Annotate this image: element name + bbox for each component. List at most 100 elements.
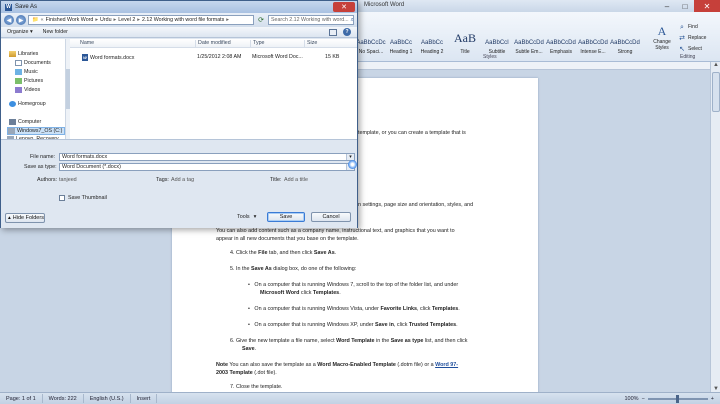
title-label: Title: (270, 177, 282, 183)
refresh-icon[interactable]: ⟳ (256, 15, 266, 25)
nav-pictures[interactable]: Pictures (15, 78, 43, 84)
word-document-icon: W (82, 54, 88, 61)
hide-folders-button[interactable]: ▴ Hide Folders (5, 213, 45, 223)
column-name[interactable]: Name (78, 40, 94, 48)
vertical-scrollbar[interactable]: ▲ ▼ (710, 62, 720, 392)
navigation-pane: Libraries Documents Music Pictures Video… (1, 39, 69, 142)
dialog-titlebar[interactable]: W Save As (1, 1, 357, 13)
breadcrumb-item[interactable]: Urdu (100, 17, 111, 23)
help-icon[interactable]: ? (343, 28, 351, 36)
forward-arrow-icon[interactable]: ▶ (16, 15, 26, 25)
column-size[interactable]: Size (304, 40, 317, 48)
music-icon (15, 69, 22, 75)
zoom-slider[interactable] (647, 394, 708, 403)
style-title[interactable]: AaB Title (450, 28, 480, 64)
maximize-icon[interactable]: □ (676, 0, 694, 12)
back-arrow-icon[interactable]: ◀ (4, 15, 14, 25)
file-row[interactable]: W Word formats.docx 1/25/2012 2:08 AM Mic… (70, 53, 357, 62)
style-no-spacing[interactable]: AaBbCcDc No Spaci... (356, 28, 386, 64)
nav-windows7-os[interactable]: Windows7_OS (C:) (7, 127, 66, 135)
view-options-icon[interactable] (329, 28, 337, 36)
nav-documents[interactable]: Documents (15, 60, 51, 66)
doc-step-5: 5. In the Save As dialog box, do one of … (230, 266, 357, 272)
style-emphasis[interactable]: AaBbCcDd Emphasis (546, 28, 576, 64)
zoom-in-icon[interactable]: + (711, 396, 714, 402)
change-styles-button[interactable]: A Change Styles (648, 24, 676, 51)
file-name: Word formats.docx (90, 55, 135, 61)
doc-step-6-cont: Save. (242, 346, 257, 352)
doc-note-cont: 2003 Template (.dot file). (216, 370, 277, 376)
editing-group-label: Editing (680, 54, 696, 60)
nav-libraries[interactable]: Libraries (9, 51, 38, 57)
organize-button[interactable]: Organize ▾ (7, 29, 33, 35)
minimize-icon[interactable]: – (658, 0, 676, 12)
doc-line: n settings, page size and orientation, s… (358, 202, 474, 208)
save-thumbnail-checkbox[interactable] (59, 195, 65, 201)
breadcrumb-item[interactable]: Finished Work Word (46, 17, 94, 23)
search-input[interactable]: Search 2.12 Working with word... ⌕ (268, 15, 354, 25)
authors-value[interactable]: tanjeed (59, 177, 77, 183)
save-button[interactable]: Save (267, 212, 305, 222)
nav-homegroup[interactable]: Homegroup (9, 101, 46, 107)
ruler (340, 62, 710, 70)
column-date-modified[interactable]: Date modified (195, 40, 231, 48)
style-subtle-emphasis[interactable]: AaBbCcDd Subtle Em... (514, 28, 544, 64)
word-app-icon: W (5, 3, 12, 11)
nav-music[interactable]: Music (15, 69, 38, 75)
status-language[interactable]: English (U.S.) (84, 394, 131, 403)
nav-videos[interactable]: Videos (15, 87, 40, 93)
doc-step-4: 4. Click the File tab, and then click Sa… (230, 250, 337, 256)
new-folder-button[interactable]: New folder (43, 29, 68, 35)
status-words[interactable]: Words: 222 (43, 394, 84, 403)
zoom-out-icon[interactable]: − (642, 396, 645, 402)
breadcrumb-item[interactable]: 2.12 Working with word file formats (142, 17, 224, 23)
zoom-level[interactable]: 100% (624, 396, 638, 402)
folder-icon: 📁 (32, 17, 39, 23)
close-icon[interactable]: ✕ (694, 0, 720, 12)
file-name-input[interactable]: Word formats.docx ▾ (59, 153, 355, 161)
scroll-thumb[interactable] (712, 72, 720, 112)
status-page[interactable]: Page: 1 of 1 (0, 394, 43, 403)
style-strong[interactable]: AaBbCcDd Strong (610, 28, 640, 64)
tools-button[interactable]: Tools ▾ (237, 214, 256, 220)
dialog-close-button[interactable]: ✕ (333, 2, 355, 12)
status-mode[interactable]: Insert (131, 394, 158, 403)
save-as-type-label: Save as type: (24, 164, 57, 170)
column-type[interactable]: Type (250, 40, 264, 48)
tags-value[interactable]: Add a tag (171, 177, 194, 183)
find-button[interactable]: ⌕ Find (678, 22, 720, 33)
file-name-label: File name: (30, 154, 56, 160)
file-date: 1/25/2012 2:08 AM (197, 54, 242, 60)
style-heading-1[interactable]: AaBbCc Heading 1 (386, 28, 416, 64)
zoom-slider-thumb[interactable] (675, 394, 679, 403)
authors-label: Authors: (37, 177, 58, 183)
doc-bullet: • On a computer that is running Windows … (248, 306, 460, 312)
style-heading-2[interactable]: AaBbCc Heading 2 (417, 28, 447, 64)
nav-computer[interactable]: Computer (9, 119, 41, 125)
doc-bullet: • On a computer that is running Windows … (248, 282, 459, 288)
change-styles-icon: A (657, 24, 667, 38)
save-form: File name: Word formats.docx ▾ Save as t… (1, 139, 357, 228)
word-titlebar: Microsoft Word – □ ✕ (340, 0, 720, 12)
save-thumbnail-label: Save Thumbnail (68, 195, 107, 201)
address-bar[interactable]: 📁 « Finished Work Word ▸ Urdu ▸ Level 2 … (28, 15, 254, 25)
replace-button[interactable]: ⇄ Replace (678, 33, 720, 44)
doc-note: Note You can also save the template as a… (216, 362, 459, 368)
word-title: Microsoft Word (364, 2, 405, 8)
tags-label: Tags: (156, 177, 169, 183)
search-icon: ⌕ (350, 16, 354, 23)
status-bar: Page: 1 of 1 Words: 222 English (U.S.) I… (0, 392, 720, 404)
doc-step-7: 7. Close the template. (230, 384, 283, 390)
cancel-button[interactable]: Cancel (311, 212, 351, 222)
computer-icon (9, 119, 16, 125)
videos-icon (15, 87, 22, 93)
chevron-up-icon: ▴ (8, 215, 11, 221)
file-list: Name Date modified Type Size W Word forma… (70, 39, 357, 139)
save-as-type-select[interactable]: Word Document (*.docx) ▾ (59, 163, 355, 171)
file-list-header: Name Date modified Type Size (70, 39, 357, 48)
title-value[interactable]: Add a title (284, 177, 308, 183)
breadcrumb-item[interactable]: Level 2 (118, 17, 135, 23)
libraries-icon (9, 51, 16, 57)
style-intense-emphasis[interactable]: AaBbCcDd Intense E... (578, 28, 608, 64)
scroll-up-icon[interactable]: ▲ (711, 62, 720, 68)
